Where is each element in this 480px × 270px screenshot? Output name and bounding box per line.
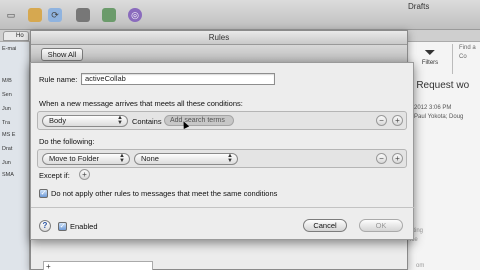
message-date: 2012 3:06 PM: [414, 105, 452, 111]
condition-field-value: Body: [49, 116, 67, 125]
popup-arrows-icon: ▲ ▼: [227, 153, 233, 164]
filter-icon: ⏷: [424, 44, 436, 60]
filters-label: Filters: [421, 60, 439, 66]
rule-edit-sheet: Rule name: activeCollab When a new messa…: [30, 62, 415, 240]
remove-condition-button[interactable]: −: [376, 115, 387, 126]
sidebar-item[interactable]: Sen: [2, 92, 12, 98]
find-hint: Co: [459, 54, 467, 60]
divider: [31, 207, 415, 208]
rule-name-field[interactable]: activeCollab: [81, 73, 275, 85]
actions-label: Do the following:: [39, 137, 95, 146]
message-snippet: om: [416, 263, 425, 269]
enabled-label: Enabled: [70, 222, 98, 231]
calendar-icon[interactable]: [102, 8, 116, 22]
message-from: Paul Yokota; Doug: [414, 114, 464, 120]
search-terms-field[interactable]: Add search terms: [164, 115, 234, 126]
cancel-button[interactable]: Cancel: [303, 219, 347, 232]
action-type-value: Move to Folder: [49, 154, 100, 163]
app-toolbar: ▭ ⟳ ◎ Drafts: [0, 0, 480, 30]
find-label: Find a: [459, 45, 476, 51]
add-exception-button[interactable]: +: [79, 169, 90, 180]
dont-apply-other-rules-checkbox[interactable]: ✓: [39, 189, 48, 198]
help-button[interactable]: ?: [39, 220, 51, 232]
rules-window-title: Rules: [31, 31, 407, 45]
sidebar-item[interactable]: SMA: [2, 172, 14, 178]
remove-action-button[interactable]: −: [376, 153, 387, 164]
new-icon[interactable]: ▭: [4, 8, 18, 22]
tab-home[interactable]: Ho: [3, 31, 29, 41]
filters-button[interactable]: ⏷ Filters: [418, 44, 442, 74]
sidebar: E-mai M/B Sen Jun Tra MS E Drat Jun SMA: [0, 42, 30, 270]
rule-name-label: Rule name:: [39, 75, 78, 84]
condition-field-select[interactable]: Body ▲ ▼: [42, 115, 128, 127]
add-rule-button[interactable]: +: [46, 262, 51, 270]
add-action-button[interactable]: +: [392, 153, 403, 164]
ok-button[interactable]: OK: [359, 219, 403, 232]
popup-arrows-icon: ▲ ▼: [117, 115, 123, 126]
action-target-select[interactable]: None ▲ ▼: [134, 153, 238, 165]
help-circle-icon[interactable]: ◎: [128, 8, 142, 22]
action-type-select[interactable]: Move to Folder ▲ ▼: [42, 153, 130, 165]
popup-arrows-icon: ▲ ▼: [119, 153, 125, 164]
find-panel[interactable]: Find a Co: [452, 44, 480, 74]
actions-group: Move to Folder ▲ ▼ None ▲ ▼ − +: [37, 149, 407, 168]
conditions-group: Body ▲ ▼ Contains Add search terms − +: [37, 111, 407, 130]
conditions-label: When a new message arrives that meets al…: [39, 99, 243, 108]
message-subject: n Request wo: [408, 80, 470, 91]
show-all-button[interactable]: Show All: [41, 48, 83, 61]
dont-apply-other-rules-label: Do not apply other rules to messages tha…: [51, 189, 278, 198]
sidebar-item[interactable]: M/B: [2, 78, 12, 84]
reading-pane: [408, 42, 480, 270]
sidebar-item[interactable]: Jun: [2, 160, 11, 166]
refresh-icon[interactable]: ⟳: [48, 8, 62, 22]
print-icon[interactable]: [76, 8, 90, 22]
action-target-value: None: [141, 154, 159, 163]
folder-icon[interactable]: [28, 8, 42, 22]
sidebar-item[interactable]: Tra: [2, 120, 10, 126]
sidebar-item[interactable]: MS E: [2, 132, 15, 138]
except-if-label: Except if:: [39, 171, 70, 180]
sidebar-item[interactable]: Drat: [2, 146, 12, 152]
sidebar-item[interactable]: E-mai: [2, 46, 16, 52]
condition-operator: Contains: [132, 117, 162, 126]
drafts-label: Drafts: [408, 2, 430, 11]
rules-list-footer: +: [43, 261, 153, 270]
add-condition-button[interactable]: +: [392, 115, 403, 126]
enabled-checkbox[interactable]: ✓: [58, 222, 67, 231]
sidebar-item[interactable]: Jun: [2, 106, 11, 112]
